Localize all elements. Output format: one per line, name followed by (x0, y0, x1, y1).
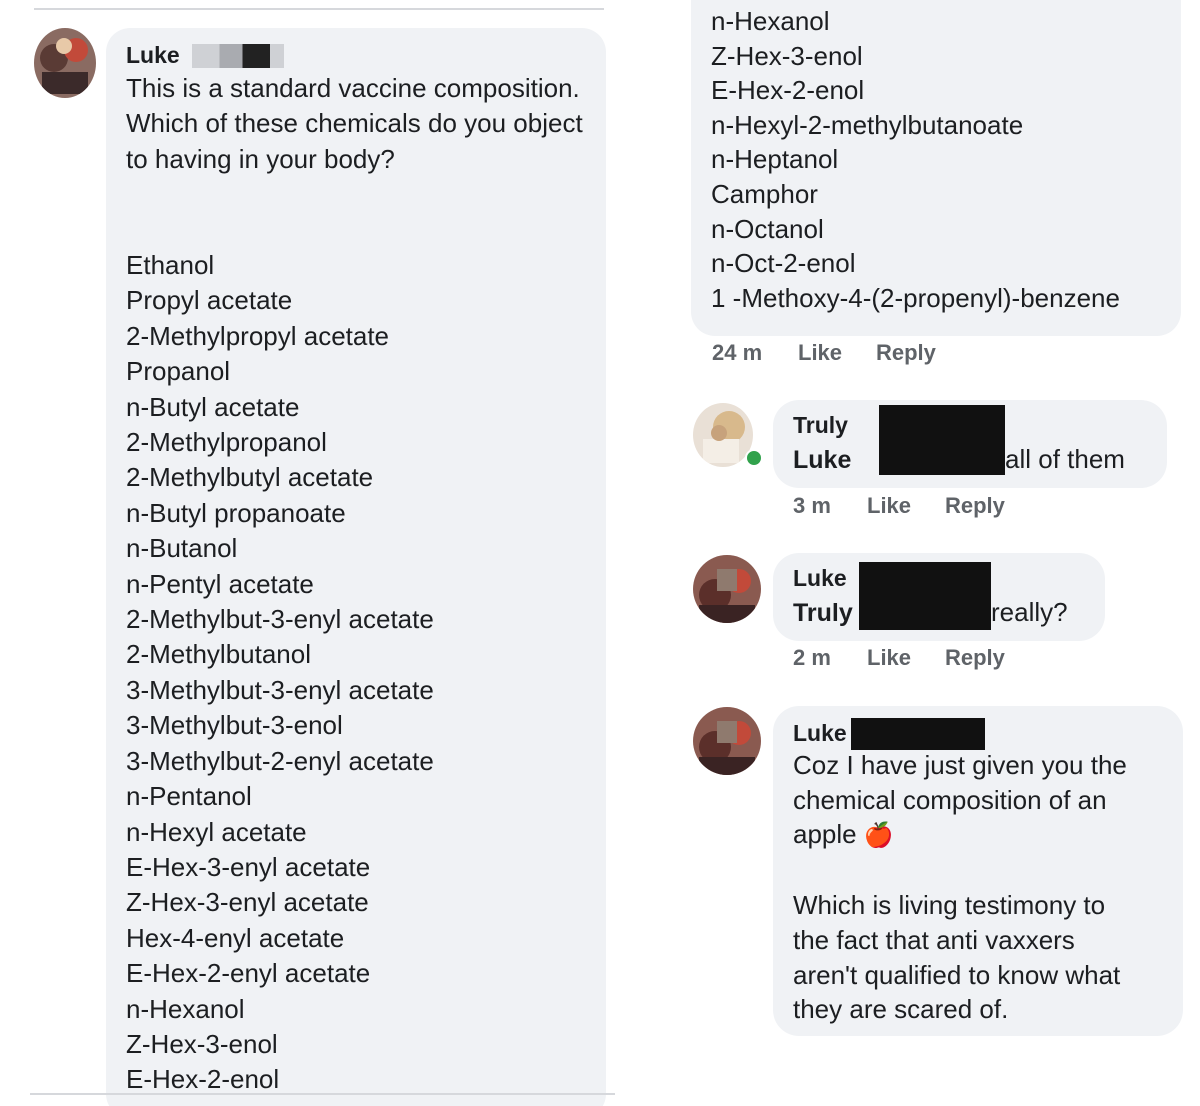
list-item: n-Hexanol (711, 6, 830, 36)
author-name[interactable]: Luke (793, 720, 847, 747)
list-item: n-Hexanol (126, 993, 245, 1024)
list-item: 3-Methylbut-3-enol (126, 710, 343, 741)
reply-time: 3 m (793, 493, 831, 518)
avatar-truly[interactable] (693, 403, 753, 467)
reply-meta: 2 m Like Reply (793, 645, 1005, 671)
reply-line: aren't qualified to know what (793, 959, 1121, 990)
redacted-name-blur (192, 44, 284, 68)
list-item: 2-Methylbut-3-enyl acetate (126, 604, 434, 635)
reply-line: apple 🍎 (793, 817, 1173, 854)
list-item: E-Hex-2-enyl acetate (126, 958, 371, 989)
mention-tag[interactable]: Truly (793, 599, 853, 628)
list-item: Camphor (711, 178, 818, 209)
chemical-list-continued: n-Hexanol Z-Hex-3-enol E-Hex-2-enol n-He… (711, 4, 1171, 315)
reply-line: they are scared of. (793, 994, 1009, 1025)
list-item: n-Octanol (711, 213, 824, 244)
list-item: Z-Hex-3-enol (711, 40, 863, 71)
list-item: 1 -Methoxy-4-(2-propenyl)-benzene (711, 282, 1120, 313)
reply-button[interactable]: Reply (876, 340, 936, 366)
list-item: E-Hex-2-enol (711, 75, 865, 106)
list-item: 3-Methylbut-3-enyl acetate (126, 674, 434, 705)
list-item: n-Hexyl-2-methylbutanoate (711, 109, 1024, 140)
online-status-dot (745, 449, 763, 467)
list-item: E-Hex-3-enyl acetate (126, 851, 371, 882)
list-item: 2-Methylbutanol (126, 639, 311, 670)
list-item: Propanol (126, 356, 231, 387)
chemical-list: Ethanol Propyl acetate 2-Methylpropyl ac… (126, 248, 586, 1098)
redacted-name-box (851, 718, 985, 750)
like-button[interactable]: Like (867, 493, 945, 519)
author-name[interactable]: Truly (793, 412, 848, 439)
avatar-luke[interactable] (693, 707, 761, 775)
author-name[interactable]: Luke (126, 42, 180, 69)
comment-question: This is a standard vaccine composition. … (126, 73, 583, 174)
reply-meta: 3 m Like Reply (793, 493, 1005, 519)
reply-button[interactable]: Reply (945, 493, 1005, 519)
divider-bottom (30, 1093, 690, 1095)
reply-button[interactable]: Reply (945, 645, 1005, 671)
list-item: Z-Hex-3-enyl acetate (126, 887, 369, 918)
list-item: n-Butyl acetate (126, 391, 300, 422)
list-item: 3-Methylbut-2-enyl acetate (126, 745, 434, 776)
reply-time: 2 m (793, 645, 831, 670)
reply-text: all of them (1005, 444, 1125, 474)
list-item: n-Pentyl acetate (126, 568, 314, 599)
list-item: n-Butanol (126, 533, 238, 564)
list-item: n-Heptanol (711, 144, 839, 175)
list-item: Hex-4-enyl acetate (126, 922, 345, 953)
comment-bubble-continued: n-Hexanol Z-Hex-3-enol E-Hex-2-enol n-He… (691, 0, 1181, 336)
reply-line: the fact that anti vaxxers (793, 924, 1075, 955)
reply-line: Which is living testimony to (793, 890, 1106, 921)
mention-tag[interactable]: Luke (793, 446, 851, 475)
reply-bubble-luke-explanation: Luke Coz I have just given you the chemi… (773, 706, 1183, 1036)
list-item: n-Butyl propanoate (126, 497, 346, 528)
right-comment-panel: n-Hexanol Z-Hex-3-enol E-Hex-2-enol n-He… (615, 0, 1200, 1106)
list-item: n-Pentanol (126, 781, 252, 812)
redacted-name-box (879, 405, 1005, 475)
list-item: 2-Methylpropyl acetate (126, 320, 390, 351)
comment-meta: 24 m Like Reply (712, 340, 936, 366)
list-item: 2-Methylpropanol (126, 427, 327, 458)
author-name[interactable]: Luke (793, 565, 847, 592)
list-item: Z-Hex-3-enol (126, 1028, 278, 1059)
list-item: Propyl acetate (126, 285, 293, 316)
avatar-luke[interactable] (693, 555, 761, 623)
divider-top (34, 8, 604, 10)
comment-bubble: Luke This is a standard vaccine composit… (106, 28, 606, 1106)
reply-word-apple: apple (793, 819, 857, 850)
reply-text: really? (991, 597, 1068, 627)
reply-line: Coz I have just given you the (793, 750, 1127, 780)
list-item: n-Hexyl acetate (126, 816, 307, 847)
avatar-luke[interactable] (34, 28, 96, 98)
redacted-name-box (859, 562, 991, 630)
like-button[interactable]: Like (798, 340, 876, 366)
list-item: n-Oct-2-enol (711, 248, 856, 279)
comment-time: 24 m (712, 340, 763, 365)
list-item: 2-Methylbutyl acetate (126, 462, 374, 493)
left-comment-panel: Luke This is a standard vaccine composit… (0, 0, 690, 1106)
list-item: Ethanol (126, 250, 215, 280)
apple-icon: 🍎 (863, 822, 894, 850)
reply-line: chemical composition of an (793, 784, 1107, 815)
like-button[interactable]: Like (867, 645, 945, 671)
reply-text: Coz I have just given you the chemical c… (793, 748, 1173, 1027)
